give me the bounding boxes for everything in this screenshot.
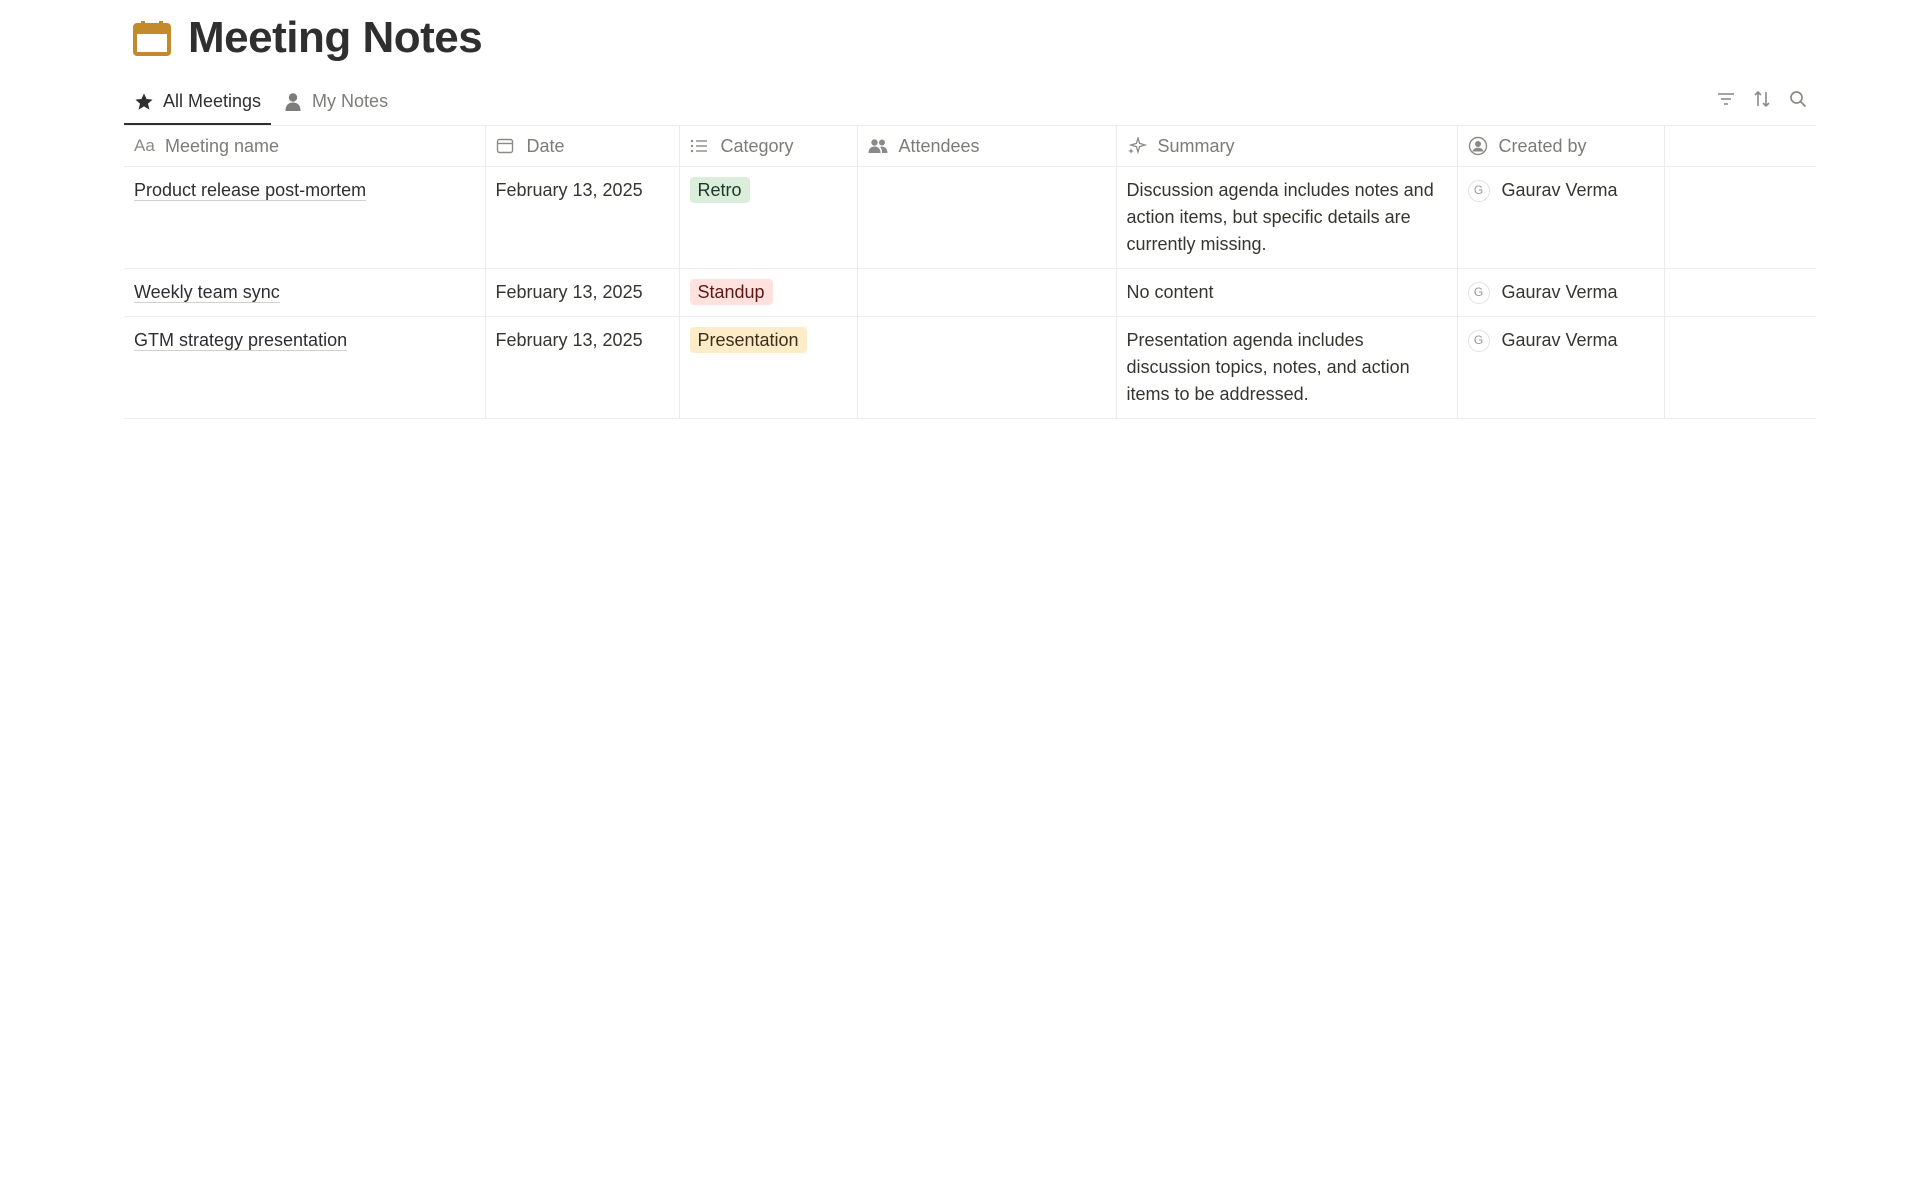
filter-button[interactable] (1708, 87, 1744, 117)
creator-name: Gaurav Verma (1501, 180, 1618, 200)
list-icon (690, 135, 712, 157)
view-toolbar (1708, 80, 1816, 123)
view-tabs: All Meetings My Notes (124, 80, 1816, 125)
column-header-label: Category (720, 135, 794, 156)
cell-attendees[interactable] (857, 268, 1117, 317)
cell-created-by[interactable]: G Gaurav Verma (1457, 268, 1665, 317)
cell-created-by[interactable]: G Gaurav Verma (1457, 166, 1665, 269)
avatar: G (1467, 329, 1490, 352)
cell-summary[interactable]: Discussion agenda includes notes and act… (1116, 166, 1458, 269)
page-title: Meeting Notes (188, 13, 483, 62)
column-header-meeting-name[interactable]: Aa Meeting name (124, 125, 486, 167)
cell-meeting-name[interactable]: Weekly team sync (124, 268, 486, 317)
meetings-table: Aa Meeting name Date Category Attendees … (124, 125, 1816, 419)
column-header-label: Created by (1498, 135, 1587, 156)
meeting-name-link[interactable]: Product release post-mortem (134, 180, 367, 201)
calendar-small-icon (496, 135, 518, 157)
avatar: G (1467, 179, 1490, 202)
cell-category[interactable]: Presentation (679, 316, 858, 419)
cell-attendees[interactable] (857, 316, 1117, 419)
sparkle-icon (1127, 135, 1149, 157)
category-tag: Standup (689, 279, 773, 305)
cell-summary[interactable]: Presentation agenda includes discussion … (1116, 316, 1458, 419)
tab-label: All Meetings (163, 91, 262, 111)
sort-icon (1753, 90, 1771, 113)
column-header-category[interactable]: Category (679, 125, 858, 167)
column-header-label: Date (526, 135, 565, 156)
table-header-row: Aa Meeting name Date Category Attendees … (124, 125, 1816, 167)
creator-name: Gaurav Verma (1501, 282, 1618, 302)
person-icon (283, 92, 303, 112)
filter-icon (1717, 91, 1735, 112)
cell-summary[interactable]: No content (1116, 268, 1458, 317)
tab-label: My Notes (312, 91, 389, 111)
meeting-name-link[interactable]: Weekly team sync (134, 282, 280, 303)
cell-meeting-name[interactable]: GTM strategy presentation (124, 316, 486, 419)
tab-my-notes[interactable]: My Notes (273, 80, 398, 123)
table-row[interactable]: Product release post-mortem February 13,… (124, 166, 1816, 269)
meeting-name-link[interactable]: GTM strategy presentation (134, 330, 348, 351)
cell-date[interactable]: February 13, 2025 (485, 166, 680, 269)
column-header-attendees[interactable]: Attendees (857, 125, 1117, 167)
cell-empty (1664, 268, 1816, 317)
page-header: Meeting Notes (132, 8, 483, 68)
cell-empty (1664, 166, 1816, 269)
column-header-date[interactable]: Date (485, 125, 680, 167)
people-icon (868, 135, 890, 157)
cell-date[interactable]: February 13, 2025 (485, 268, 680, 317)
text-type-icon: Aa (134, 136, 155, 155)
table-row[interactable]: Weekly team sync February 13, 2025 Stand… (124, 268, 1816, 317)
column-header-label: Summary (1157, 135, 1235, 156)
column-header-label: Meeting name (165, 135, 280, 156)
category-tag: Retro (689, 177, 750, 203)
column-header-summary[interactable]: Summary (1116, 125, 1458, 167)
search-icon (1789, 90, 1807, 113)
view-tabs-bar: All Meetings My Notes (124, 80, 1816, 125)
tab-all-meetings[interactable]: All Meetings (124, 80, 272, 125)
search-button[interactable] (1780, 87, 1816, 117)
creator-name: Gaurav Verma (1501, 330, 1618, 350)
table-row[interactable]: GTM strategy presentation February 13, 2… (124, 316, 1816, 419)
cell-meeting-name[interactable]: Product release post-mortem (124, 166, 486, 269)
cell-attendees[interactable] (857, 166, 1117, 269)
cell-date[interactable]: February 13, 2025 (485, 316, 680, 419)
page: Meeting Notes All Meetings My Notes Aa M… (0, 0, 1920, 1199)
column-header-label: Attendees (898, 135, 980, 156)
user-circle-icon (1468, 135, 1490, 157)
cell-category[interactable]: Standup (679, 268, 858, 317)
star-icon (134, 92, 154, 112)
sort-button[interactable] (1744, 87, 1780, 117)
column-header-created-by[interactable]: Created by (1457, 125, 1665, 167)
avatar: G (1467, 281, 1490, 304)
category-tag: Presentation (689, 327, 807, 353)
cell-created-by[interactable]: G Gaurav Verma (1457, 316, 1665, 419)
cell-category[interactable]: Retro (679, 166, 858, 269)
cell-empty (1664, 316, 1816, 419)
calendar-icon[interactable] (132, 18, 172, 58)
column-header-empty (1664, 125, 1816, 167)
